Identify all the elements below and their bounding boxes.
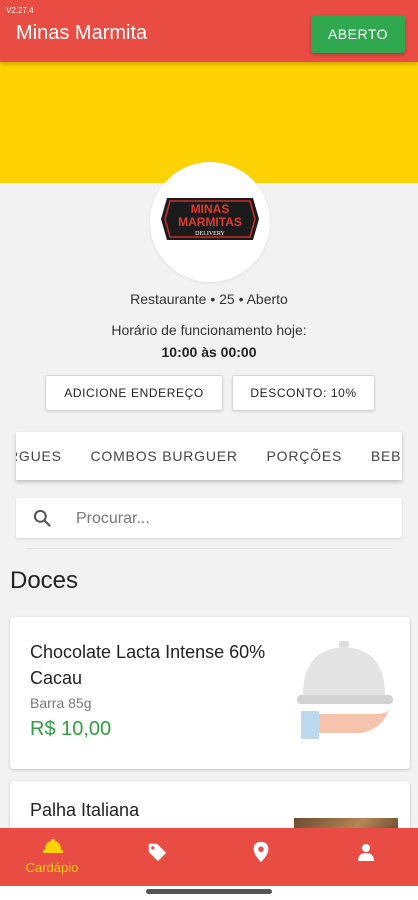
- cardapio-icon: [43, 839, 63, 853]
- category-tabs: RGUES COMBOS BURGUER PORÇÕES BEBIDAS: [16, 432, 402, 480]
- add-address-button[interactable]: ADICIONE ENDEREÇO: [45, 375, 223, 411]
- tab-combos-burguer[interactable]: COMBOS BURGUER: [91, 448, 238, 464]
- search-bar: [16, 498, 402, 538]
- discount-button[interactable]: DESCONTO: 10%: [232, 375, 375, 411]
- bottom-nav: Cardápio: [0, 828, 418, 886]
- search-input[interactable]: [74, 506, 378, 532]
- tag-icon: [148, 843, 167, 862]
- version-label: V2.27.4: [6, 6, 34, 15]
- restaurant-meta: Restaurante • 25 • Aberto: [130, 291, 288, 307]
- user-icon: [358, 844, 374, 861]
- home-indicator[interactable]: [146, 889, 272, 894]
- app-bar: Minas Marmita ABERTO: [0, 0, 418, 62]
- product-description: Barra 85g: [30, 695, 92, 711]
- search-icon: [33, 509, 51, 527]
- hours-value: 10:00 às 00:00: [161, 344, 257, 360]
- product-price: R$ 10,00: [30, 718, 112, 740]
- product-card[interactable]: Chocolate Lacta Intense 60% Cacau Barra …: [10, 617, 410, 769]
- cloche-icon: [297, 641, 393, 739]
- nav-promotions[interactable]: [104, 828, 208, 886]
- logo-line3: DELIVERY: [195, 231, 225, 237]
- tab-porcoes[interactable]: PORÇÕES: [267, 448, 343, 464]
- nav-location[interactable]: [208, 828, 312, 886]
- open-status-button[interactable]: ABERTO: [311, 15, 405, 53]
- logo-line1: MINAS: [191, 202, 230, 216]
- product-name: Chocolate Lacta Intense 60% Cacau: [30, 642, 266, 688]
- product-name: Palha Italiana: [30, 800, 140, 820]
- location-icon: [253, 841, 269, 863]
- tab-bebidas[interactable]: BEBIDAS: [371, 448, 402, 464]
- app-title: Minas Marmita: [16, 22, 148, 44]
- tab-burgues[interactable]: RGUES: [16, 448, 62, 464]
- divider: [26, 548, 392, 549]
- section-title: Doces: [10, 567, 79, 594]
- logo-badge-icon: MINAS MARMITAS DELIVERY: [161, 198, 259, 240]
- nav-profile[interactable]: [312, 828, 418, 886]
- logo-line2: MARMITAS: [178, 215, 242, 229]
- hours-label: Horário de funcionamento hoje:: [111, 322, 307, 338]
- restaurant-logo: MINAS MARMITAS DELIVERY: [150, 162, 270, 282]
- nav-cardapio[interactable]: Cardápio: [0, 828, 104, 886]
- system-nav-bar: [0, 886, 418, 900]
- nav-cardapio-label: Cardápio: [25, 860, 79, 875]
